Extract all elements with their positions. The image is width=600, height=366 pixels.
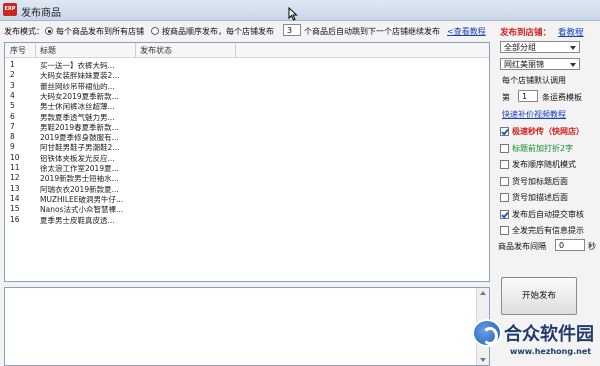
chevron-down-icon — [570, 46, 576, 50]
row-number: 16 — [10, 214, 20, 224]
option-checkbox[interactable] — [500, 143, 509, 153]
option-checkbox[interactable] — [500, 193, 509, 202]
option-checkbox[interactable] — [500, 127, 509, 136]
window-title: 发布商品 — [21, 8, 61, 19]
group-select-value: 全部分组 — [504, 43, 536, 52]
title-bar[interactable]: ERP 发布商品 — [0, 0, 600, 21]
column-divider — [235, 43, 236, 57]
interval-input[interactable]: 0 — [555, 239, 585, 251]
publish-mode-bar: 发布模式： 每个商品发布到所有店铺 按商品顺序发布，每个店铺发布 3 个商品后自… — [0, 21, 490, 41]
per-shop-count-input[interactable]: 3 — [283, 24, 301, 36]
table-row[interactable]: 14 MUZHILEE破洞男牛仔... — [5, 194, 489, 204]
interval-label: 商品发布间隔 — [498, 242, 546, 251]
main-client-area: 发布模式： 每个商品发布到所有店铺 按商品顺序发布，每个店铺发布 3 个商品后自… — [0, 21, 600, 366]
table-row[interactable]: 5 男士休闲裤冰丝超薄... — [5, 101, 489, 111]
log-textarea[interactable] — [4, 287, 490, 366]
shop-select[interactable]: 网红美丽锦 — [500, 58, 580, 70]
product-table: 序号 标题 发布状态 1 买一送一】衣裤大码... 2 大码女装胖妹妹夏装2... 3 蕾… — [4, 42, 490, 282]
watermark-name: 合众软件园 — [504, 324, 594, 345]
default-call-prefix: 第 — [502, 93, 510, 102]
watermark-url: www.hezhong.net — [510, 347, 592, 356]
video-tutorial-link[interactable]: 快速补价视频教程 — [502, 109, 566, 120]
row-number: 5 — [10, 101, 15, 111]
option-checkbox[interactable] — [500, 209, 509, 219]
table-row[interactable]: 11 徐太浪工作室2019夏... — [5, 163, 489, 173]
row-number: 15 — [10, 204, 20, 214]
option-label[interactable]: 货号加描述后面 — [512, 192, 568, 203]
table-row[interactable]: 13 阿瑞衣衣2019新款夏... — [5, 184, 489, 194]
default-call-suffix: 条运费模板 — [542, 93, 582, 102]
option-label[interactable]: 极速秒传（快网店） — [512, 126, 584, 137]
row-number: 13 — [10, 183, 20, 193]
table-row[interactable]: 6 男款夏季透气魅力男... — [5, 112, 489, 122]
option-label[interactable]: 货号加标题后面 — [512, 176, 568, 187]
start-publish-button[interactable]: 开始发布 — [501, 277, 577, 315]
interval-unit: 秒 — [588, 242, 596, 251]
table-row[interactable]: 15 Nanos法式小众智慧裸... — [5, 204, 489, 214]
shop-select-value: 网红美丽锦 — [504, 60, 544, 69]
table-row[interactable]: 16 夏季男士皮鞋真皮透... — [5, 215, 489, 225]
row-number: 10 — [10, 152, 20, 162]
chevron-down-icon — [570, 63, 576, 67]
option-checkbox[interactable] — [500, 226, 509, 235]
table-row[interactable]: 7 男鞋2019春夏季新款... — [5, 122, 489, 132]
table-row[interactable]: 4 大码女2019夏季新款... — [5, 91, 489, 101]
radio-by-order-label[interactable]: 按商品顺序发布，每个店铺发布 — [162, 26, 274, 37]
column-divider — [135, 43, 136, 57]
option-label[interactable]: 发布顺序随机模式 — [512, 159, 576, 170]
option-label[interactable]: 发布后自动提交审核 — [512, 209, 584, 220]
option-checkbox[interactable] — [500, 160, 509, 169]
publish-mode-label: 发布模式： — [4, 27, 44, 36]
header-no[interactable]: 序号 — [10, 45, 26, 56]
table-header: 序号 标题 发布状态 — [5, 43, 489, 58]
radio-all-shops[interactable] — [45, 27, 53, 35]
table-row[interactable]: 8 2019夏季修身鼓服有... — [5, 132, 489, 142]
row-number: 3 — [10, 80, 15, 90]
row-number: 11 — [10, 163, 20, 172]
scroll-up-icon[interactable] — [480, 291, 486, 295]
table-row[interactable]: 10 铝铁体夹板发光反应... — [5, 153, 489, 163]
mode-tutorial-link[interactable]: <查看教程 — [447, 26, 486, 37]
option-checkbox[interactable] — [500, 176, 509, 186]
mode-suffix-text: 个商品后自动跳到下一个店铺继续发布 — [304, 27, 440, 36]
table-row[interactable]: 9 阿甘鞋男鞋子男潮鞋2... — [5, 142, 489, 152]
right-panel: 发布到店铺： 看教程 全部分组 网红美丽锦 每个店铺默认调用 第 1 条运费模板… — [496, 21, 600, 366]
row-number: 2 — [10, 70, 15, 80]
option-label[interactable]: 全发完后有信息提示 — [512, 225, 584, 236]
shop-tutorial-link[interactable]: 看教程 — [558, 26, 584, 38]
site-logo-icon — [472, 319, 502, 347]
row-number: 4 — [10, 90, 15, 100]
row-number: 8 — [10, 132, 15, 142]
app-icon: ERP — [3, 3, 17, 16]
table-row[interactable]: 12 2019新款男士短袖水... — [5, 173, 489, 183]
option-label[interactable]: 标题前加打折2字 — [512, 143, 573, 154]
publish-to-shop-label: 发布到店铺： — [500, 28, 552, 38]
site-watermark: 合众软件园 www.hezhong.net — [470, 317, 598, 364]
row-number: 7 — [10, 121, 15, 131]
radio-by-order[interactable] — [151, 27, 159, 35]
row-number: 6 — [10, 111, 15, 121]
row-number: 12 — [10, 173, 20, 183]
row-number: 1 — [10, 60, 15, 69]
table-row[interactable]: 1 买一送一】衣裤大码... — [5, 60, 489, 70]
header-title[interactable]: 标题 — [40, 45, 56, 56]
group-select[interactable]: 全部分组 — [500, 41, 580, 53]
row-title: 夏季男士皮鞋真皮透... — [40, 215, 115, 225]
template-index-input[interactable]: 1 — [518, 90, 538, 102]
table-row[interactable]: 3 蕾丝网纱吊带裙仙的... — [5, 81, 489, 91]
header-status[interactable]: 发布状态 — [140, 45, 172, 56]
default-call-text: 每个店铺默认调用 — [502, 76, 566, 85]
radio-all-shops-label[interactable]: 每个商品发布到所有店铺 — [56, 26, 144, 37]
row-number: 9 — [10, 142, 15, 152]
table-row[interactable]: 2 大码女装胖妹妹夏装2... — [5, 70, 489, 80]
row-number: 14 — [10, 193, 20, 203]
column-divider — [35, 43, 36, 57]
